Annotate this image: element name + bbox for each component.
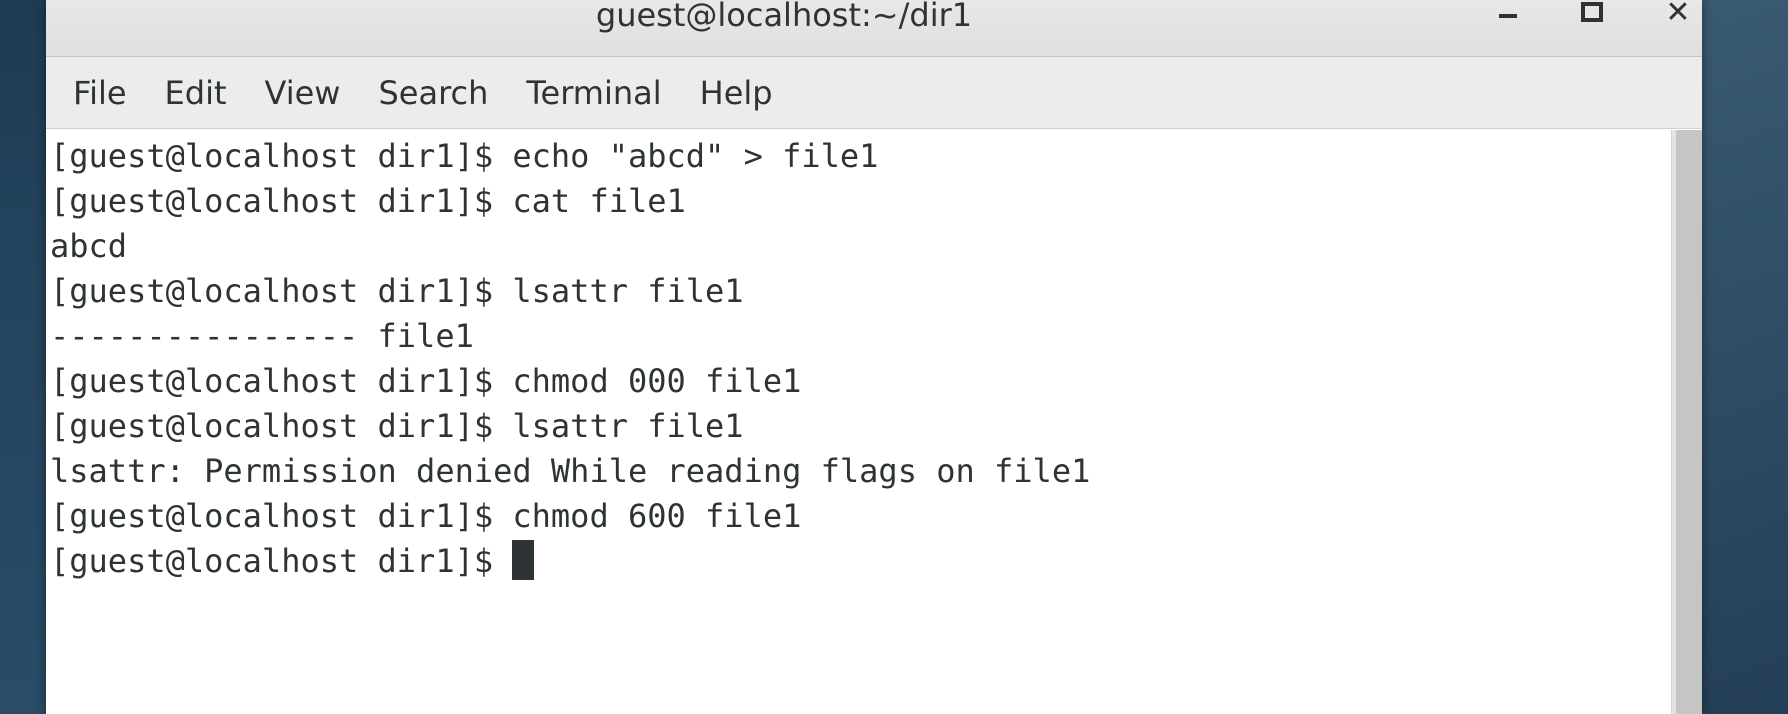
desktop-background <box>1702 0 1788 714</box>
menu-help[interactable]: Help <box>681 57 792 129</box>
terminal-line: lsattr: Permission denied While reading … <box>50 452 1091 490</box>
terminal-line: [guest@localhost dir1]$ echo "abcd" > fi… <box>50 137 879 175</box>
close-button[interactable]: ✕ <box>1656 0 1700 30</box>
maximize-icon <box>1581 2 1603 22</box>
vertical-scrollbar[interactable] <box>1671 130 1702 714</box>
window-title: guest@localhost:~/dir1 <box>595 0 973 34</box>
menu-view[interactable]: View <box>246 57 360 129</box>
terminal-prompt-line[interactable]: [guest@localhost dir1]$ <box>50 539 1671 584</box>
menu-edit[interactable]: Edit <box>146 57 246 129</box>
terminal-window: guest@localhost:~/dir1 ✕ File Edit View … <box>46 0 1702 714</box>
terminal-line: [guest@localhost dir1]$ lsattr file1 <box>50 272 744 310</box>
menu-file[interactable]: File <box>54 57 146 129</box>
terminal-output[interactable]: [guest@localhost dir1]$ echo "abcd" > fi… <box>46 130 1671 714</box>
menu-terminal[interactable]: Terminal <box>507 57 680 129</box>
terminal-line: [guest@localhost dir1]$ cat file1 <box>50 182 686 220</box>
terminal-line: [guest@localhost dir1]$ chmod 600 file1 <box>50 497 802 535</box>
maximize-button[interactable] <box>1570 0 1614 30</box>
terminal-line: abcd <box>50 227 128 265</box>
menu-search[interactable]: Search <box>359 57 507 129</box>
terminal-prompt: [guest@localhost dir1]$ <box>50 542 513 580</box>
terminal-line: ---------------- file1 <box>50 317 474 355</box>
terminal-line: [guest@localhost dir1]$ chmod 000 file1 <box>50 362 802 400</box>
close-icon: ✕ <box>1665 0 1691 30</box>
menu-bar: File Edit View Search Terminal Help <box>46 57 1702 129</box>
scrollbar-thumb[interactable] <box>1676 130 1702 714</box>
minimize-button[interactable] <box>1486 0 1530 30</box>
title-bar[interactable]: guest@localhost:~/dir1 ✕ <box>46 0 1702 57</box>
terminal-line: [guest@localhost dir1]$ lsattr file1 <box>50 407 744 445</box>
minimize-icon <box>1499 14 1517 18</box>
terminal-cursor <box>512 540 535 580</box>
